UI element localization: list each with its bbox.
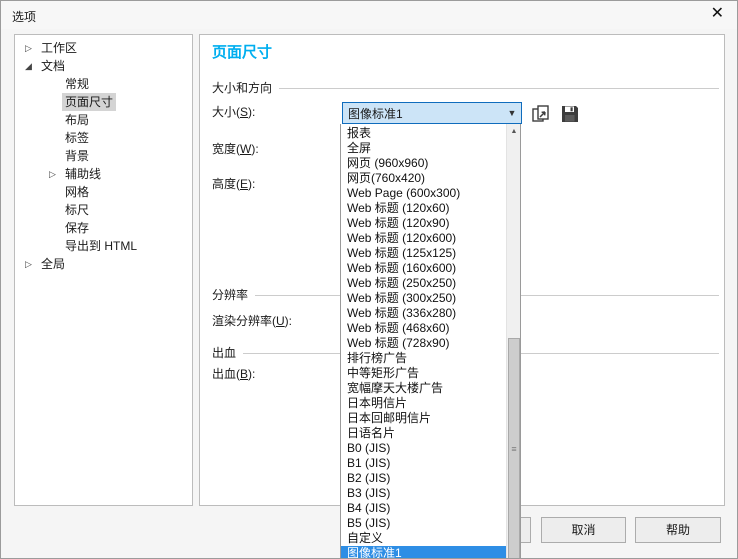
tree-item-label: 背景 xyxy=(65,149,90,163)
tree-item-page-size[interactable]: 页面尺寸 xyxy=(15,93,192,111)
dropdown-option[interactable]: Web 标题 (468x60) xyxy=(341,321,506,336)
expanded-arrow-icon[interactable]: ◢ xyxy=(25,57,38,75)
tree-item-label: 工作区 xyxy=(41,41,78,55)
page-title: 页面尺寸 xyxy=(212,44,273,61)
dropdown-option[interactable]: Web 标题 (336x280) xyxy=(341,306,506,321)
settings-tree: ▷ 工作区 ◢ 文档 常规 页面尺寸 布局 标签 背景 ▷ 辅助线 网格 标尺 保存 导出到 HTML ▷ 全局 xyxy=(14,34,193,506)
dropdown-option[interactable]: 报表 xyxy=(341,126,506,141)
dropdown-option[interactable]: 日本回邮明信片 xyxy=(341,411,506,426)
close-icon[interactable]: ✕ xyxy=(711,4,724,24)
chevron-down-icon[interactable]: ▼ xyxy=(503,108,521,118)
dropdown-option[interactable]: 网页(760x420) xyxy=(341,171,506,186)
dropdown-option[interactable]: Web 标题 (250x250) xyxy=(341,276,506,291)
tree-item-rulers[interactable]: 标尺 xyxy=(15,201,192,219)
options-dialog: 选项 ✕ ▷ 工作区 ◢ 文档 常规 页面尺寸 布局 标签 背景 ▷ 辅助线 网格 标尺 保存 导出到 HT… xyxy=(0,0,738,559)
tree-item-grid[interactable]: 网格 xyxy=(15,183,192,201)
tree-item-label: 网格 xyxy=(65,185,90,199)
dropdown-option[interactable]: 排行榜广告 xyxy=(341,351,506,366)
size-select-value: 图像标准1 xyxy=(348,106,403,121)
dropdown-scrollbar[interactable]: ▲ ≡ xyxy=(506,124,521,558)
group-label: 大小和方向 xyxy=(212,81,273,95)
dropdown-option[interactable]: B5 (JIS) xyxy=(341,516,506,531)
group-divider xyxy=(279,87,719,89)
dropdown-option[interactable]: Web 标题 (728x90) xyxy=(341,336,506,351)
dropdown-option[interactable]: B2 (JIS) xyxy=(341,471,506,486)
size-dropdown-list: 报表 全屏 网页 (960x960) 网页(760x420) Web Page (600… xyxy=(340,124,521,558)
dropdown-option[interactable]: 自定义 xyxy=(341,531,506,546)
scrollbar-thumb[interactable]: ≡ xyxy=(508,338,520,558)
tree-item-label: 常规 xyxy=(65,77,90,91)
scroll-up-icon[interactable]: ▲ xyxy=(507,124,521,139)
dropdown-option[interactable]: B0 (JIS) xyxy=(341,441,506,456)
collapsed-arrow-icon[interactable]: ▷ xyxy=(25,255,38,273)
tree-item-label: 全局 xyxy=(41,257,66,271)
dropdown-option[interactable]: 日本明信片 xyxy=(341,396,506,411)
title-bar: 选项 ✕ xyxy=(1,1,737,29)
group-size-orientation: 大小和方向 xyxy=(212,81,719,95)
dropdown-option[interactable]: 中等矩形广告 xyxy=(341,366,506,381)
size-select[interactable]: 图像标准1 ▼ xyxy=(342,102,522,124)
tree-item-guidelines[interactable]: ▷ 辅助线 xyxy=(15,165,192,183)
dropdown-option[interactable]: 图像标准1 xyxy=(341,546,506,558)
tree-item-background[interactable]: 背景 xyxy=(15,147,192,165)
tree-item-label: 布局 xyxy=(65,113,90,127)
tree-item-label: 文档 xyxy=(41,59,66,73)
page-from-printer-icon[interactable] xyxy=(531,104,551,124)
collapsed-arrow-icon[interactable]: ▷ xyxy=(49,165,62,183)
save-preset-icon[interactable] xyxy=(560,104,580,124)
dropdown-option[interactable]: Web 标题 (120x90) xyxy=(341,216,506,231)
dropdown-option[interactable]: Web Page (600x300) xyxy=(341,186,506,201)
tree-item-workspace[interactable]: ▷ 工作区 xyxy=(15,39,192,57)
dropdown-option[interactable]: Web 标题 (160x600) xyxy=(341,261,506,276)
tree-item-global[interactable]: ▷ 全局 xyxy=(15,255,192,273)
height-label: 高度(E): xyxy=(212,177,256,191)
dropdown-option[interactable]: Web 标题 (300x250) xyxy=(341,291,506,306)
bleed-label: 出血(B): xyxy=(212,367,256,381)
tree-item-label: 导出到 HTML xyxy=(65,239,138,253)
tree-item-save[interactable]: 保存 xyxy=(15,219,192,237)
dropdown-option[interactable]: B1 (JIS) xyxy=(341,456,506,471)
render-resolution-label: 渲染分辨率(U): xyxy=(212,314,293,328)
collapsed-arrow-icon[interactable]: ▷ xyxy=(25,39,38,57)
size-label: 大小(S): xyxy=(212,105,256,119)
group-label: 出血 xyxy=(212,346,237,360)
cancel-button[interactable]: 取消 xyxy=(541,517,626,543)
tree-item-label: 标尺 xyxy=(65,203,90,217)
thumb-grip-icon: ≡ xyxy=(511,443,517,454)
dropdown-option[interactable]: B4 (JIS) xyxy=(341,501,506,516)
tree-item-label: 保存 xyxy=(65,221,90,235)
help-button[interactable]: 帮助 xyxy=(635,517,721,543)
tree-item-general[interactable]: 常规 xyxy=(15,75,192,93)
tree-item-document[interactable]: ◢ 文档 xyxy=(15,57,192,75)
dropdown-option[interactable]: 网页 (960x960) xyxy=(341,156,506,171)
dropdown-option[interactable]: Web 标题 (120x600) xyxy=(341,231,506,246)
tree-item-export-html[interactable]: 导出到 HTML xyxy=(15,237,192,255)
dropdown-option[interactable]: 日语名片 xyxy=(341,426,506,441)
dropdown-option[interactable]: Web 标题 (120x60) xyxy=(341,201,506,216)
tree-item-label[interactable]: 标签 xyxy=(15,129,192,147)
dropdown-option[interactable]: 全屏 xyxy=(341,141,506,156)
dropdown-option[interactable]: 宽幅摩天大楼广告 xyxy=(341,381,506,396)
dropdown-option[interactable]: B3 (JIS) xyxy=(341,486,506,501)
dropdown-option[interactable]: Web 标题 (125x125) xyxy=(341,246,506,261)
group-label: 分辨率 xyxy=(212,288,249,302)
tree-item-label: 辅助线 xyxy=(65,167,102,181)
tree-item-label: 页面尺寸 xyxy=(62,93,117,111)
tree-item-label: 标签 xyxy=(65,131,90,145)
width-label: 宽度(W): xyxy=(212,142,259,156)
tree-item-layout[interactable]: 布局 xyxy=(15,111,192,129)
window-title: 选项 xyxy=(12,10,37,24)
